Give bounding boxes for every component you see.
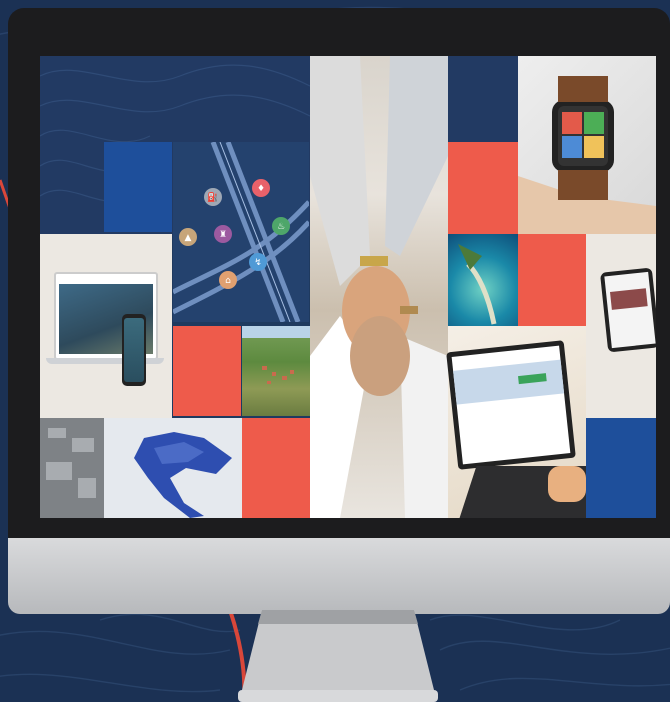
- website-mockup-tile: [40, 234, 172, 418]
- flame-icon: ♨: [277, 222, 285, 232]
- plug-icon: ↯: [254, 258, 262, 268]
- monitor-chin: [8, 538, 670, 614]
- team-hands-photo: [310, 56, 448, 518]
- factory-icon: ▲: [185, 233, 192, 243]
- energy-map-tile: ⛽ ♦ ▲ ♜ ♨ ↯ ⌂: [171, 141, 311, 323]
- monitor-screen-collage: ⛽ ♦ ▲ ♜ ♨ ↯ ⌂: [40, 56, 656, 518]
- desktop-monitor: ⛽ ♦ ▲ ♜ ♨ ↯ ⌂: [8, 8, 670, 614]
- fuel-drop-icon: ♦: [257, 184, 265, 194]
- tower-icon: ♜: [219, 230, 227, 240]
- monitor-stand: [238, 610, 438, 702]
- village-aerial-photo: [242, 326, 310, 416]
- blue-square-tile: [104, 142, 172, 232]
- croatia-map-tile: [104, 418, 242, 518]
- contour-panel-right: [448, 56, 518, 142]
- laptop-browser-photo: [446, 326, 607, 518]
- red-square-tile-bottom: [242, 418, 310, 518]
- red-square-tile-mid: [518, 234, 586, 326]
- oil-pump-icon: ⛽: [207, 191, 218, 203]
- tablet-mockup-tile: [586, 234, 656, 418]
- coastline-aerial-photo: [448, 234, 518, 326]
- smartwatch-photo: [518, 56, 656, 234]
- satellite-photo: [40, 418, 104, 518]
- red-square-tile-right: [448, 142, 518, 234]
- red-square-tile: [173, 326, 241, 416]
- blue-square-tile-bottom: [586, 418, 656, 518]
- building-icon: ⌂: [225, 276, 231, 286]
